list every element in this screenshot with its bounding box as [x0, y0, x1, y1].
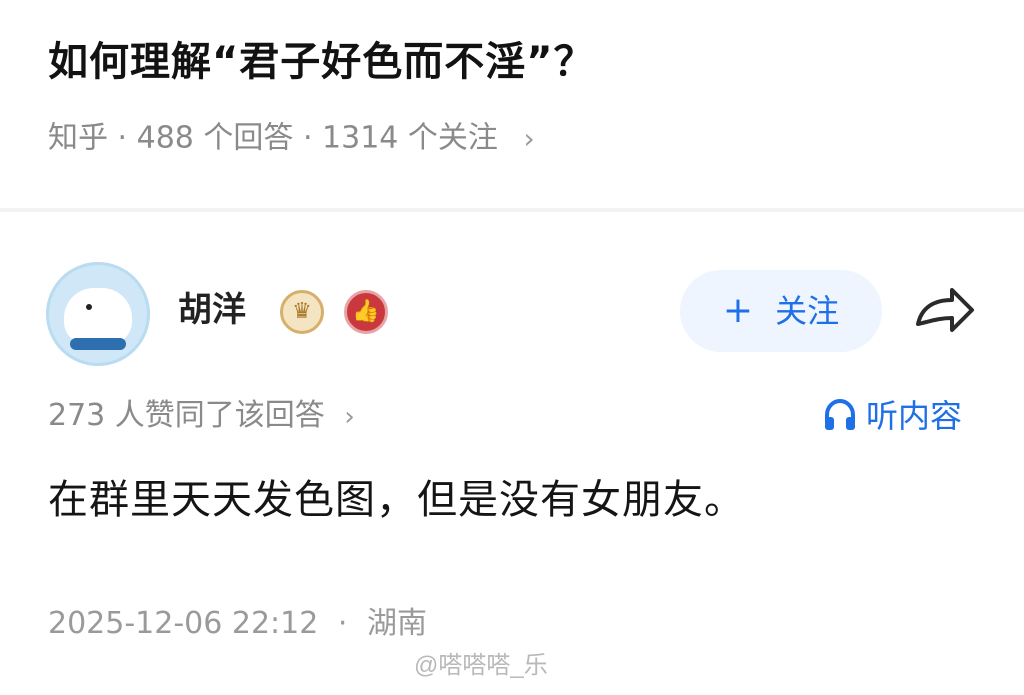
question-title[interactable]: 如何理解“君子好色而不淫”？ — [48, 30, 595, 94]
chevron-right-icon: › — [344, 402, 355, 432]
answer-date: 2025-12-06 22:12 — [48, 606, 319, 641]
share-arrow-icon[interactable] — [912, 284, 978, 338]
answer-page: 如何理解“君子好色而不淫”？ 知乎 · 488 个回答 · 1314 个关注 ›… — [0, 0, 1024, 695]
answer-text: 在群里天天发色图，但是没有女朋友。 — [48, 477, 745, 523]
avatar-collar — [70, 338, 126, 350]
question-meta[interactable]: 知乎 · 488 个回答 · 1314 个关注 › — [48, 114, 535, 163]
likes-count-text: 273 人赞同了该回答 — [48, 398, 325, 433]
follow-button-label: 关注 — [775, 292, 840, 330]
meta-separator: · — [302, 120, 323, 156]
answers-count: 488 个回答 — [136, 120, 294, 156]
plus-icon: + — [722, 290, 753, 331]
polar-bear-avatar-icon — [64, 288, 132, 344]
meta-separator: · — [117, 120, 137, 156]
follow-button[interactable]: + 关注 — [680, 270, 882, 352]
thumbs-up-badge-icon[interactable]: 👍 — [344, 290, 388, 334]
crown-badge-icon[interactable]: ♛ — [280, 290, 324, 334]
watermark: @嗒嗒嗒_乐 — [414, 652, 548, 679]
followers-count: 1314 个关注 — [322, 120, 498, 156]
answer-footer: 2025-12-06 22:12 · 湖南 — [48, 600, 427, 648]
avatar[interactable] — [46, 262, 150, 366]
listen-button-label: 听内容 — [866, 397, 963, 435]
source-label: 知乎 — [48, 120, 108, 156]
avatar-eye — [86, 304, 92, 310]
likes-line[interactable]: 273 人赞同了该回答 › — [48, 392, 355, 441]
footer-separator: · — [337, 606, 348, 641]
listen-button[interactable]: 听内容 — [822, 392, 962, 440]
section-divider — [0, 208, 1024, 212]
chevron-right-icon: › — [523, 121, 535, 155]
headphones-icon — [825, 398, 855, 430]
author-name[interactable]: 胡洋 — [178, 286, 246, 334]
answer-location: 湖南 — [366, 606, 427, 641]
